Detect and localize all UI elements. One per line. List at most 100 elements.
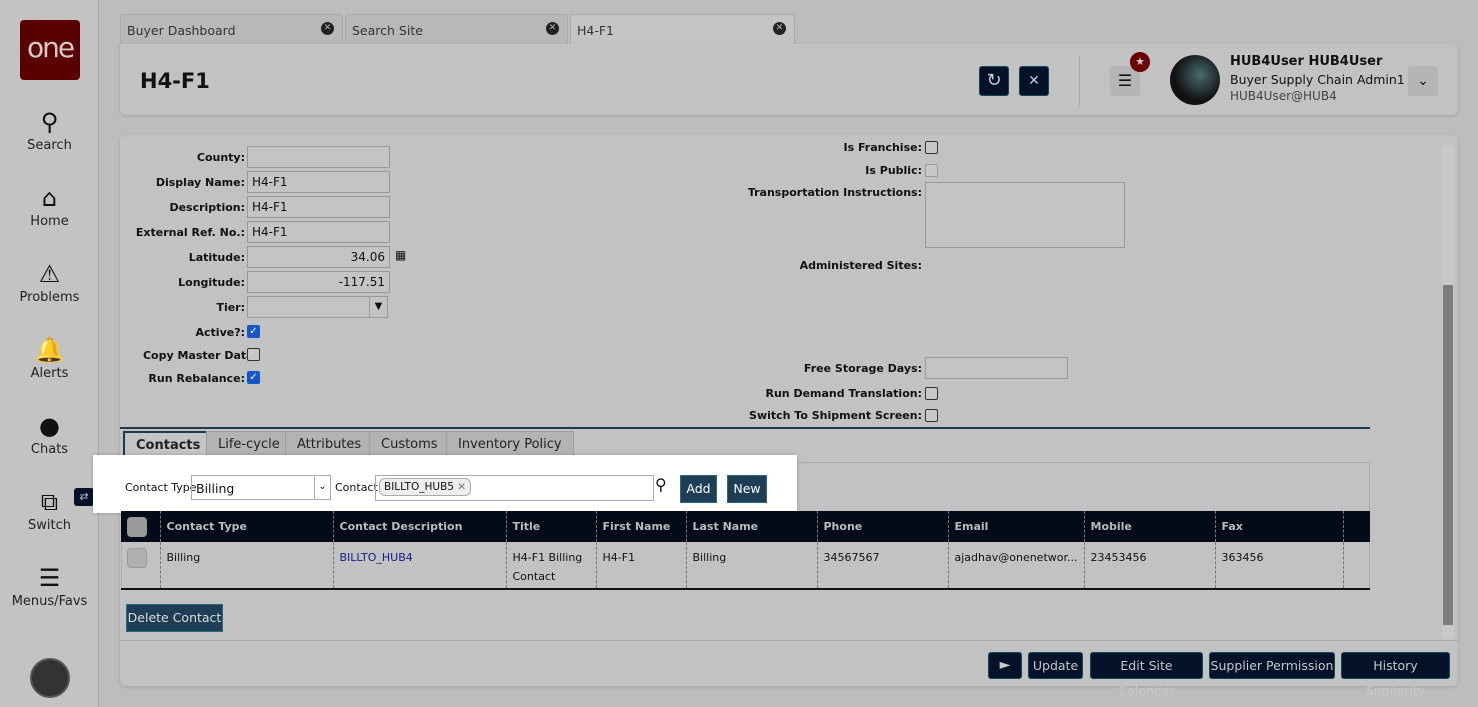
external-ref-label: External Ref. No.: xyxy=(135,226,245,239)
history-similarity-button[interactable]: History Similarity xyxy=(1341,652,1450,698)
nav-search[interactable]: ⚲ Search xyxy=(0,108,99,153)
transport-textarea[interactable] xyxy=(925,182,1125,248)
select-all-cell xyxy=(121,511,161,542)
is-franchise-label: Is Franchise: xyxy=(843,141,923,154)
divider xyxy=(120,640,1458,641)
chevron-down-icon: ⌄ xyxy=(314,476,330,499)
add-button[interactable]: Add xyxy=(680,475,717,503)
switch-badge-icon[interactable]: ⇄ xyxy=(74,488,94,506)
description-input[interactable]: H4-F1 xyxy=(247,196,390,218)
contact-input[interactable]: BILLTO_HUB5 ✕ xyxy=(375,475,654,501)
is-franchise-checkbox[interactable] xyxy=(925,141,938,154)
col-email[interactable]: Email xyxy=(948,511,1085,542)
switch-shipment-checkbox[interactable] xyxy=(925,409,938,422)
chat-send-icon[interactable]: ► xyxy=(988,652,1022,679)
longitude-input[interactable]: -117.51 xyxy=(247,271,390,293)
display-name-input[interactable]: H4-F1 xyxy=(247,171,390,193)
subtab-contacts[interactable]: Contacts xyxy=(123,431,214,457)
col-contact-description[interactable]: Contact Description xyxy=(333,511,507,542)
col-filler xyxy=(1343,511,1370,542)
warning-icon: ⚠ xyxy=(38,260,61,288)
close-button[interactable]: ✕ xyxy=(1019,66,1049,96)
scrollbar[interactable] xyxy=(1442,145,1454,639)
table-row[interactable]: Billing BILLTO_HUB4 H4-F1 Billing Contac… xyxy=(121,542,1370,589)
cell-contact-type: Billing xyxy=(160,542,334,589)
subtab-life-cycle[interactable]: Life-cycle xyxy=(206,431,292,457)
is-public-label: Is Public: xyxy=(865,164,922,177)
close-tab-icon[interactable]: ✕ xyxy=(321,22,334,35)
active-label: Active?: xyxy=(195,326,245,339)
col-phone[interactable]: Phone xyxy=(817,511,949,542)
contact-type-value: Billing xyxy=(196,481,235,496)
nav-label: Chats xyxy=(30,442,69,457)
nav-problems[interactable]: ⚠ Problems xyxy=(0,260,99,305)
col-contact-type[interactable]: Contact Type xyxy=(160,511,334,542)
active-checkbox[interactable]: ✓ xyxy=(247,325,260,338)
nav-menus[interactable]: ☰ Menus/Favs xyxy=(0,564,99,609)
cell-phone: 34567567 xyxy=(817,542,949,589)
cell-first-name: H4-F1 xyxy=(596,542,687,589)
close-tab-icon[interactable]: ✕ xyxy=(546,22,559,35)
user-name: HUB4User HUB4User xyxy=(1230,54,1383,69)
tab-search-site[interactable]: Search Site ✕ xyxy=(345,14,568,44)
run-demand-checkbox[interactable] xyxy=(925,387,938,400)
col-mobile[interactable]: Mobile xyxy=(1084,511,1216,542)
delete-contact-button[interactable]: Delete Contact xyxy=(126,604,223,632)
chevron-down-icon: ▼ xyxy=(369,297,387,317)
update-button[interactable]: Update xyxy=(1028,652,1083,679)
tab-buyer-dashboard[interactable]: Buyer Dashboard ✕ xyxy=(120,14,343,44)
col-fax[interactable]: Fax xyxy=(1215,511,1344,542)
map-icon[interactable]: ▦ xyxy=(395,248,406,262)
site-detail-panel: County: Display Name: H4-F1 Description:… xyxy=(120,135,1458,686)
row-select-cell xyxy=(121,542,161,589)
chevron-down-icon[interactable]: ⌄ xyxy=(1408,66,1438,96)
display-name-label: Display Name: xyxy=(155,176,245,189)
nav-label: Menus/Favs xyxy=(11,594,88,609)
chat-icon: ● xyxy=(39,412,60,440)
col-title[interactable]: Title xyxy=(506,511,597,542)
app-logo[interactable]: one xyxy=(20,20,80,80)
copy-master-checkbox[interactable] xyxy=(247,348,260,361)
close-tab-icon[interactable]: ✕ xyxy=(773,22,786,35)
cell-filler xyxy=(1343,542,1370,589)
subtab-inventory-policy[interactable]: Inventory Policy xyxy=(446,431,574,457)
nav-alerts[interactable]: 🔔 Alerts xyxy=(0,336,99,381)
cell-last-name: Billing xyxy=(686,542,818,589)
run-rebalance-checkbox[interactable]: ✓ xyxy=(247,371,260,384)
col-first-name[interactable]: First Name xyxy=(596,511,687,542)
col-last-name[interactable]: Last Name xyxy=(686,511,818,542)
subtab-attributes[interactable]: Attributes xyxy=(285,431,374,457)
select-all-checkbox[interactable] xyxy=(127,516,147,537)
supplier-permission-button[interactable]: Supplier Permission xyxy=(1209,652,1335,679)
user-avatar-small[interactable] xyxy=(30,658,70,698)
tier-select[interactable]: ▼ xyxy=(247,296,388,318)
new-button[interactable]: New xyxy=(727,475,767,503)
latitude-label: Latitude: xyxy=(188,251,245,264)
county-input[interactable] xyxy=(247,146,390,168)
contacts-table: Contact Type Contact Description Title F… xyxy=(121,511,1370,590)
latitude-input[interactable]: 34.06 xyxy=(247,246,390,268)
sidebar: one ⚲ Search ⌂ Home ⚠ Problems 🔔 Alerts ● Cha… xyxy=(0,0,99,707)
refresh-button[interactable]: ↻ xyxy=(979,66,1009,96)
subtab-customs[interactable]: Customs xyxy=(369,431,450,457)
divider xyxy=(1079,56,1080,106)
is-public-checkbox[interactable] xyxy=(925,164,938,177)
cell-contact-description-link[interactable]: BILLTO_HUB4 xyxy=(333,542,507,589)
contact-type-select[interactable]: Billing ⌄ xyxy=(191,475,331,500)
description-label: Description: xyxy=(169,201,245,214)
zoom-search-icon[interactable]: ⚲ xyxy=(655,475,667,494)
favorites-star-icon[interactable]: ★ xyxy=(1130,52,1150,72)
nav-home[interactable]: ⌂ Home xyxy=(0,184,99,229)
row-checkbox[interactable] xyxy=(127,548,147,568)
external-ref-input[interactable]: H4-F1 xyxy=(247,221,390,243)
county-label: County: xyxy=(196,151,245,164)
tab-h4-f1[interactable]: H4-F1 ✕ xyxy=(570,14,795,44)
remove-chip-icon[interactable]: ✕ xyxy=(457,481,466,493)
user-avatar[interactable] xyxy=(1170,55,1220,105)
scrollbar-thumb[interactable] xyxy=(1443,285,1453,625)
free-storage-input[interactable] xyxy=(925,357,1068,379)
contact-chip: BILLTO_HUB5 ✕ xyxy=(379,478,472,496)
nav-label: Switch xyxy=(28,518,71,533)
edit-site-calendar-button[interactable]: Edit Site Calendar xyxy=(1090,652,1203,698)
nav-chats[interactable]: ● Chats xyxy=(0,412,99,457)
